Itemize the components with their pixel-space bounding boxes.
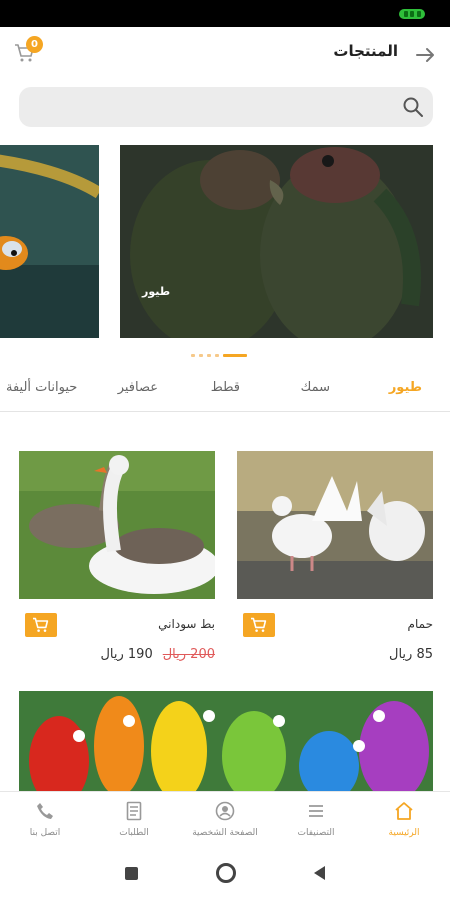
nav-categories[interactable]: التصنيفات <box>276 800 356 838</box>
product-old-price: 200 ريال <box>162 647 215 662</box>
product-image-goose[interactable] <box>19 451 215 599</box>
product-price: 85 ريال <box>389 647 433 662</box>
carousel-dot[interactable] <box>215 353 219 357</box>
product-name: بط سوداني <box>158 617 215 631</box>
page-title: المنتجات <box>333 42 398 60</box>
nav-home[interactable]: الرئيسية <box>364 800 444 838</box>
carousel-dot[interactable] <box>191 353 195 357</box>
banner-caption: طيور <box>142 285 171 298</box>
category-tab-pets[interactable]: حيوانات أليفة <box>6 380 77 395</box>
app-screen: المنتجات 0 طيور طيور سمك قطط عصافير حيوا… <box>0 0 450 900</box>
bottom-navigation: الرئيسية التصنيفات الصفحة الشخصية الطلبا… <box>0 791 450 847</box>
nav-orders[interactable]: الطلبات <box>94 800 174 838</box>
product-image-pigeon[interactable] <box>237 451 433 599</box>
list-icon <box>276 800 356 822</box>
banner-image-fish[interactable] <box>0 145 99 338</box>
banner-carousel[interactable]: طيور <box>0 145 450 338</box>
nav-label: التصنيفات <box>297 828 335 838</box>
product-name: حمام <box>407 617 433 631</box>
back-button[interactable] <box>312 865 326 885</box>
nav-contact[interactable]: اتصل بنا <box>5 800 85 838</box>
add-to-cart-button[interactable] <box>25 613 57 637</box>
phone-icon <box>5 800 85 822</box>
carousel-dot-active[interactable] <box>223 353 247 357</box>
search-input[interactable] <box>19 87 433 127</box>
price-row: 85 ريال <box>389 647 433 662</box>
header: المنتجات 0 <box>0 27 450 79</box>
price-row: 200 ريال 190 ريال <box>100 647 215 662</box>
recent-apps-button[interactable] <box>125 867 138 880</box>
carousel-dot[interactable] <box>199 353 203 357</box>
status-bar <box>0 0 450 27</box>
category-tab-birds[interactable]: طيور <box>389 380 422 395</box>
nav-label: الطلبات <box>119 828 149 838</box>
category-tab-fish[interactable]: سمك <box>301 380 330 395</box>
cart-count-badge: 0 <box>26 36 43 53</box>
nav-profile[interactable]: الصفحة الشخصية <box>185 800 265 838</box>
product-card-goose[interactable]: بط سوداني 200 ريال 190 ريال <box>19 451 215 662</box>
category-tab-cats[interactable]: قطط <box>211 380 240 395</box>
banner-image-birds[interactable]: طيور <box>120 145 433 338</box>
add-to-cart-button[interactable] <box>243 613 275 637</box>
orders-icon <box>94 800 174 822</box>
carousel-dots <box>191 353 247 357</box>
category-image-parrots[interactable] <box>19 691 433 791</box>
back-arrow-icon[interactable] <box>412 42 438 68</box>
carousel-dot[interactable] <box>207 353 211 357</box>
system-navigation-bar <box>0 847 450 900</box>
category-tabs: طيور سمك قطط عصافير حيوانات أليفة <box>0 368 450 412</box>
user-icon <box>185 800 265 822</box>
search-icon[interactable] <box>402 96 424 118</box>
home-icon <box>364 800 444 822</box>
nav-label: اتصل بنا <box>29 828 61 838</box>
nav-label: الرئيسية <box>388 828 420 838</box>
product-price: 190 ريال <box>100 647 153 662</box>
product-card-pigeon[interactable]: حمام 85 ريال <box>237 451 433 662</box>
battery-icon <box>399 9 425 19</box>
category-tab-sparrows[interactable]: عصافير <box>118 380 158 395</box>
home-button[interactable] <box>216 863 236 883</box>
nav-label: الصفحة الشخصية <box>192 828 258 838</box>
